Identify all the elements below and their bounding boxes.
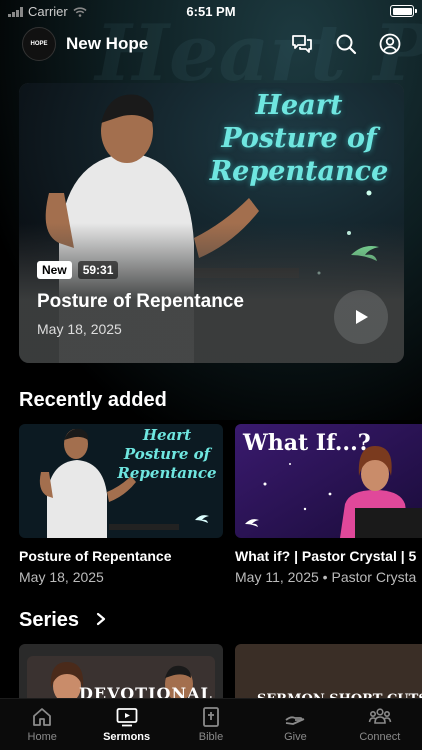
tab-bible[interactable]: Bible	[169, 699, 253, 750]
recent-sermon-thumbnail: What If...?	[235, 424, 422, 538]
app-title: New Hope	[66, 34, 149, 53]
bible-icon	[203, 707, 219, 727]
recent-sermon-artwork-title: What If...?	[243, 430, 371, 456]
recently-added-heading: Recently added	[19, 389, 167, 411]
tab-home[interactable]: Home	[0, 699, 84, 750]
new-badge: New	[37, 261, 72, 279]
recent-sermon-date: May 11, 2025 • Pastor Crysta	[235, 569, 417, 585]
tab-label: Home	[27, 731, 57, 743]
recent-sermon-title: Posture of Repentance	[19, 548, 172, 564]
church-logo[interactable]: HOPE	[22, 27, 56, 61]
app-header: HOPE New Hope	[22, 26, 402, 62]
featured-title: Posture of Repentance	[37, 291, 244, 312]
chat-icon[interactable]	[290, 32, 314, 56]
recent-sermon-title: What if? | Pastor Crystal | 5	[235, 548, 417, 564]
bottom-tab-bar: Home Sermons Bible Give Connect	[0, 698, 422, 750]
tab-label: Bible	[198, 731, 224, 743]
tab-label: Sermons	[103, 731, 151, 743]
featured-date: May 18, 2025	[37, 321, 122, 337]
tab-label: Give	[284, 731, 307, 743]
tab-sermons[interactable]: Sermons	[84, 699, 168, 750]
tab-label: Connect	[359, 731, 401, 743]
recent-sermon-artwork-title: Heart Posture of Repentance	[117, 426, 217, 482]
sermons-icon	[116, 708, 138, 727]
recent-sermon-card[interactable]: Heart Posture of Repentance Posture of R…	[19, 424, 223, 585]
recent-sermon-card[interactable]: What If...? What if? | Pastor Crystal | …	[235, 424, 422, 585]
battery-icon	[390, 5, 417, 17]
logo-text: HOPE	[30, 40, 48, 47]
duration-badge: 59:31	[77, 261, 119, 279]
tab-give[interactable]: Give	[253, 699, 337, 750]
chevron-right-icon[interactable]	[95, 612, 107, 626]
play-button[interactable]	[334, 290, 388, 344]
featured-artwork-title: Heart Posture of Repentance	[209, 90, 389, 187]
recent-sermon-thumbnail: Heart Posture of Repentance	[19, 424, 223, 538]
profile-icon[interactable]	[378, 32, 402, 56]
play-icon	[356, 310, 368, 324]
home-icon	[33, 708, 52, 726]
tab-connect[interactable]: Connect	[338, 699, 422, 750]
status-time: 6:51 PM	[186, 4, 236, 19]
give-icon	[285, 716, 305, 725]
connect-icon	[368, 708, 392, 724]
search-icon[interactable]	[334, 32, 358, 56]
recent-sermon-date: May 18, 2025	[19, 569, 104, 585]
status-bar: Carrier 6:51 PM	[0, 0, 422, 24]
featured-sermon-card[interactable]: Heart Posture of Repentance New 59:31 Po…	[19, 83, 404, 363]
series-heading[interactable]: Series	[19, 609, 79, 632]
